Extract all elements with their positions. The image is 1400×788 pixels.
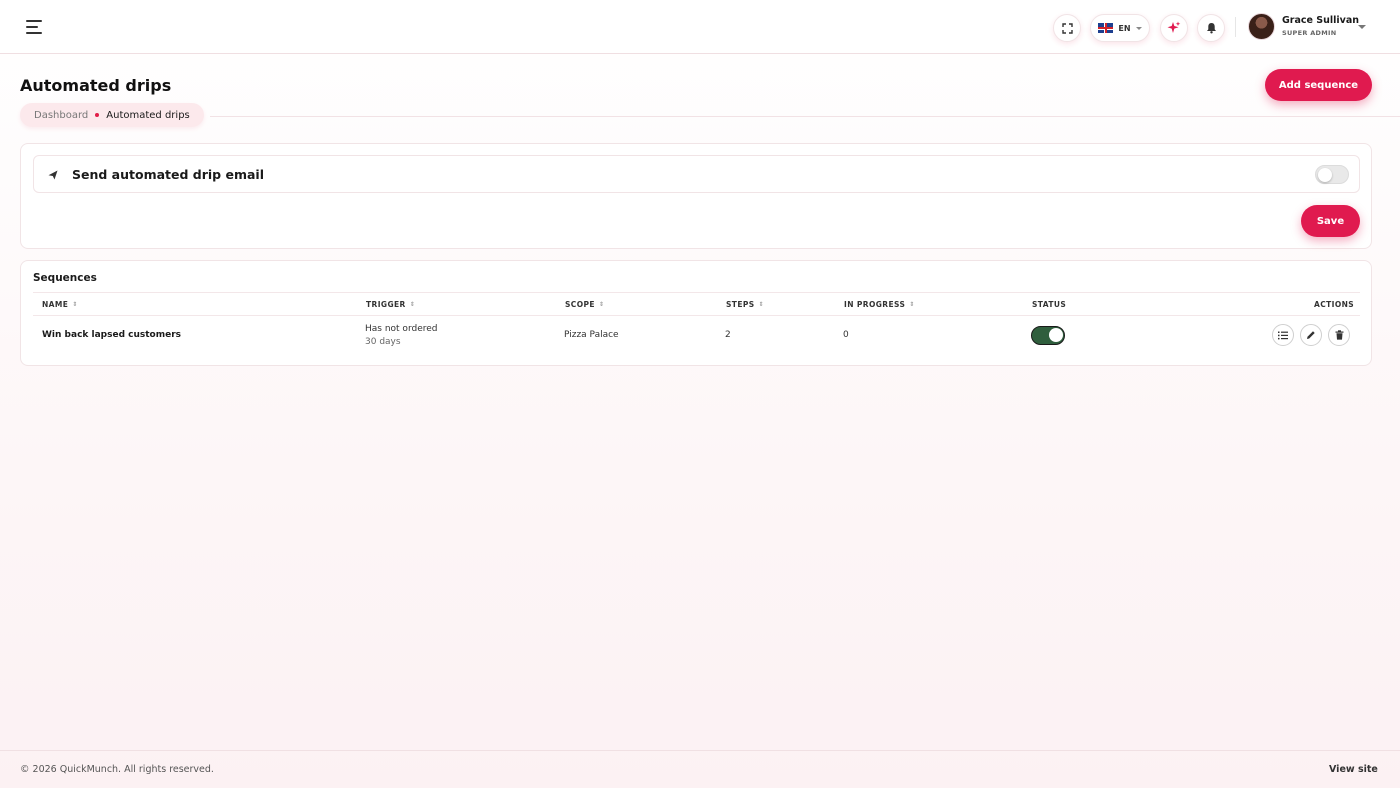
view-steps-button[interactable]: [1272, 324, 1294, 346]
column-header-status: STATUS: [1032, 300, 1067, 309]
sequence-scope: Pizza Palace: [564, 330, 619, 340]
sort-icon: ⇕: [598, 300, 605, 308]
menu-icon[interactable]: [26, 20, 42, 34]
top-bar: EN Grace Sullivan SUPER ADMIN: [0, 0, 1400, 54]
save-button[interactable]: Save: [1301, 205, 1360, 237]
column-header-scope[interactable]: SCOPE ⇕: [565, 300, 604, 309]
ai-assistant-button[interactable]: [1160, 14, 1188, 42]
language-label: EN: [1118, 23, 1131, 33]
column-header-trigger[interactable]: TRIGGER ⇕: [366, 300, 415, 309]
breadcrumb-current: Automated drips: [106, 109, 190, 121]
drip-email-label: Send automated drip email: [72, 167, 264, 182]
pencil-icon: [1307, 331, 1315, 339]
sequences-title: Sequences: [33, 272, 97, 284]
delete-button[interactable]: [1328, 324, 1350, 346]
uk-flag-icon: [1098, 23, 1114, 33]
column-header-actions: ACTIONS: [1314, 300, 1355, 309]
avatar[interactable]: [1248, 13, 1275, 40]
fullscreen-button[interactable]: [1053, 14, 1081, 42]
sequence-steps: 2: [725, 330, 731, 340]
trash-icon: [1335, 330, 1343, 340]
user-name[interactable]: Grace Sullivan: [1282, 15, 1359, 26]
page-title: Automated drips: [20, 76, 172, 95]
drip-settings-card: Send automated drip email Save: [20, 143, 1372, 249]
drip-email-setting: Send automated drip email: [33, 155, 1360, 193]
breadcrumb-dashboard[interactable]: Dashboard: [34, 110, 88, 121]
chevron-down-icon: [1135, 26, 1142, 30]
column-header-steps[interactable]: STEPS ⇕: [726, 300, 764, 309]
sort-icon: ⇕: [72, 300, 78, 308]
sort-icon: ⇕: [758, 300, 764, 308]
sequences-card: Sequences NAME ⇕ TRIGGER ⇕ SCOPE ⇕ STEPS ⇕ I…: [20, 260, 1372, 366]
list-icon: [1278, 331, 1288, 339]
footer-divider: [0, 750, 1400, 751]
header-divider: [1235, 17, 1236, 37]
notifications-button[interactable]: [1197, 14, 1225, 42]
sort-icon: ⇕: [909, 300, 915, 308]
breadcrumb-separator: [95, 113, 100, 117]
table-header: NAME ⇕ TRIGGER ⇕ SCOPE ⇕ STEPS ⇕ IN PROGRESS…: [33, 292, 1360, 316]
title-divider: [210, 116, 1400, 117]
language-selector[interactable]: EN: [1090, 14, 1150, 42]
user-menu-chevron-icon[interactable]: [1358, 25, 1366, 29]
column-header-name[interactable]: NAME ⇕: [42, 300, 78, 309]
fullscreen-icon: [1061, 22, 1073, 34]
sequence-in-progress: 0: [843, 330, 849, 340]
add-sequence-button[interactable]: Add sequence: [1265, 69, 1372, 101]
bell-icon: [1206, 23, 1216, 34]
view-site-link[interactable]: View site: [1329, 764, 1378, 775]
drip-email-toggle[interactable]: [1315, 165, 1349, 184]
send-icon: [48, 170, 58, 180]
copyright-text: © 2026 QuickMunch. All rights reserved.: [20, 764, 214, 775]
column-header-in-progress[interactable]: IN PROGRESS ⇕: [844, 300, 915, 309]
sequence-trigger: Has not ordered: [365, 324, 438, 334]
edit-button[interactable]: [1300, 324, 1322, 346]
breadcrumb: Dashboard Automated drips: [20, 103, 204, 127]
user-role: SUPER ADMIN: [1282, 29, 1337, 37]
sequence-trigger-detail: 30 days: [365, 337, 401, 347]
sparkle-icon: [1167, 21, 1181, 33]
sort-icon: ⇕: [409, 300, 416, 308]
sequence-name: Win back lapsed customers: [42, 330, 182, 340]
sequence-status-toggle[interactable]: [1031, 326, 1065, 345]
